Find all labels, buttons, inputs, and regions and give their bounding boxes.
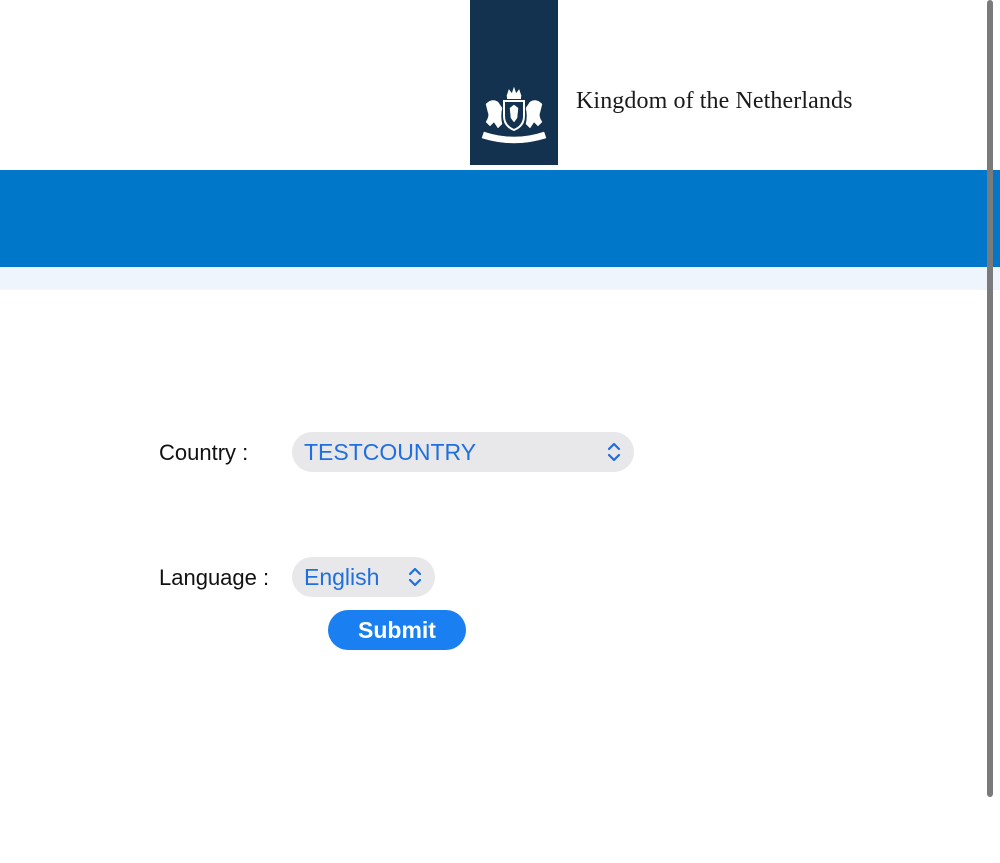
royal-coat-of-arms-icon <box>481 86 547 144</box>
chevron-up-down-icon <box>607 442 621 462</box>
country-label: Country : <box>159 440 249 465</box>
header-band <box>0 170 1000 267</box>
country-select-value: TESTCOUNTRY <box>304 438 477 465</box>
country-select[interactable]: TESTCOUNTRY <box>292 432 634 472</box>
logo-block <box>470 0 558 165</box>
chevron-up-down-icon <box>408 567 422 587</box>
scrollbar-thumb[interactable] <box>987 0 993 797</box>
language-label: Language : <box>159 565 270 590</box>
site-title: Kingdom of the Netherlands <box>576 88 853 114</box>
language-select[interactable]: English <box>292 557 435 597</box>
language-select-value: English <box>304 563 380 590</box>
header-sub-band <box>0 267 1000 290</box>
submit-button[interactable]: Submit <box>328 610 466 650</box>
page: Kingdom of the Netherlands Country : TES… <box>0 0 1000 863</box>
